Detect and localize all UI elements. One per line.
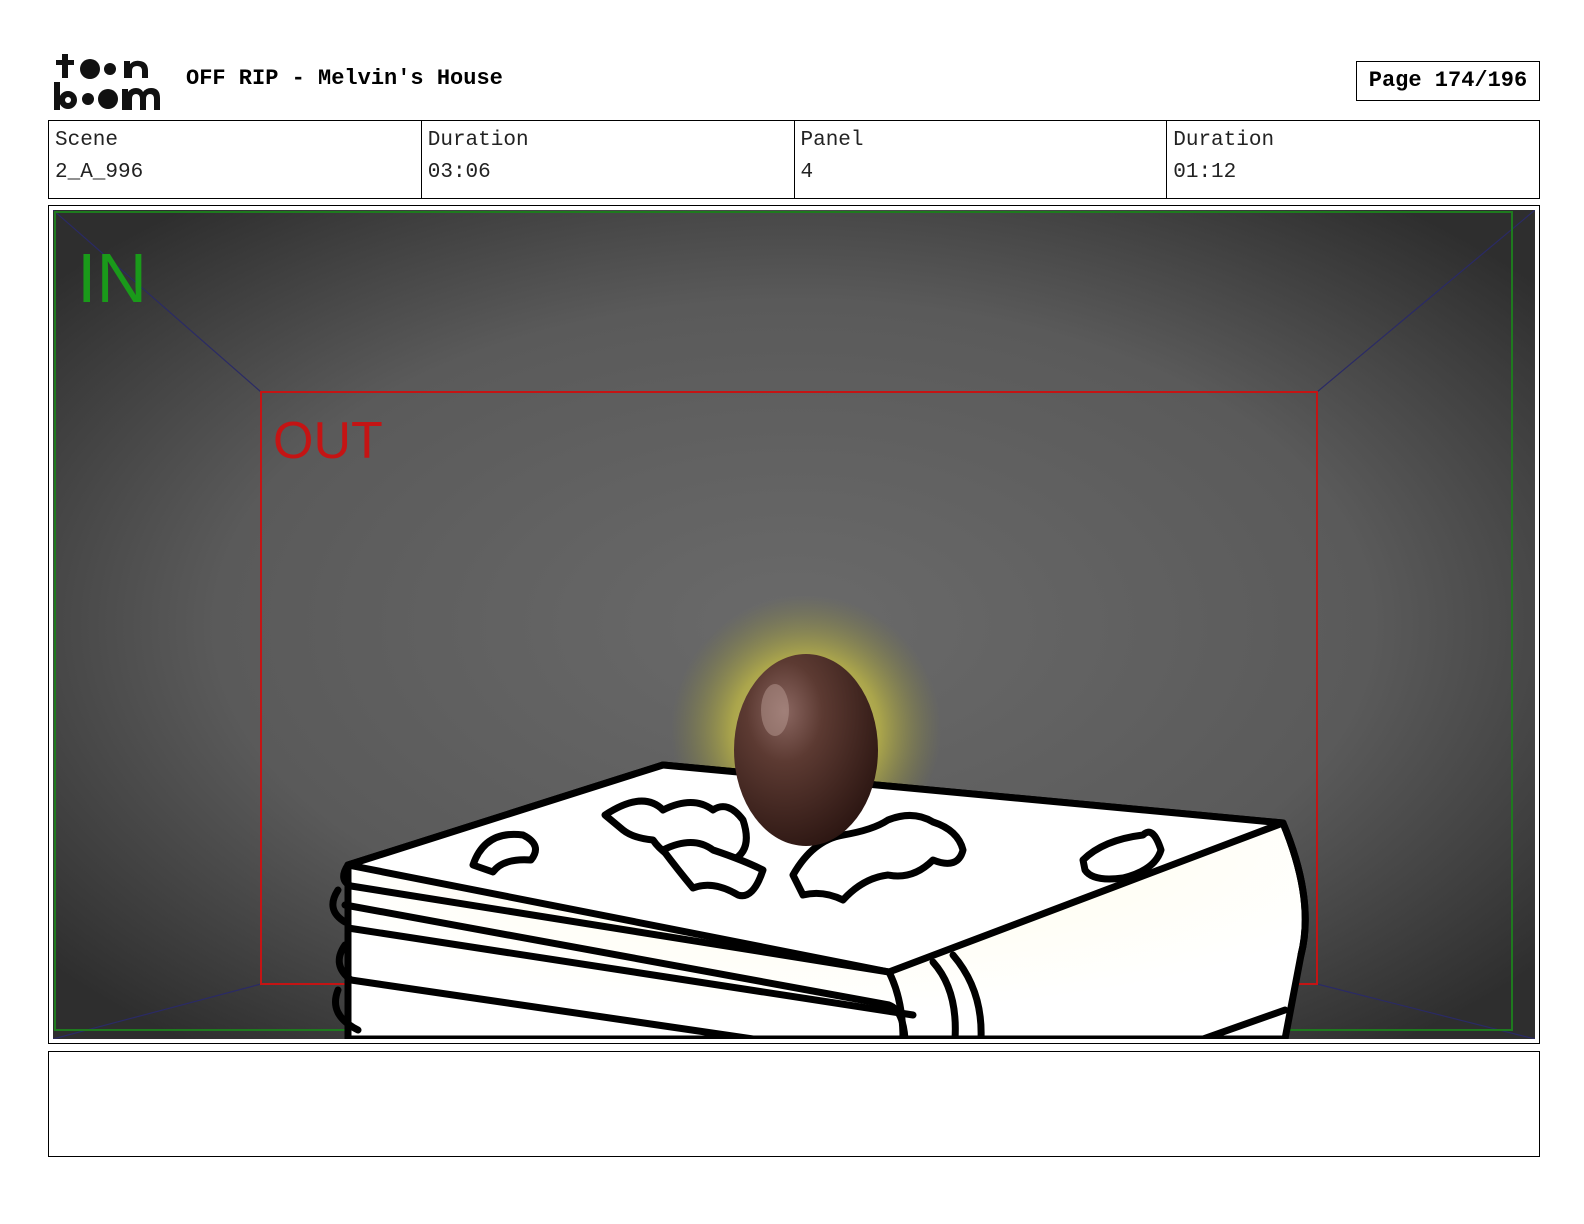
scene-value: 2_A_996 <box>55 161 144 184</box>
panel-label: Panel <box>800 129 864 152</box>
panel-value: 4 <box>800 161 814 184</box>
scene-info-table: Scene 2_A_996 Duration 03:06 Panel 4 Dur… <box>48 120 1540 199</box>
panel-notes-box[interactable] <box>48 1051 1540 1157</box>
toon-boom-logo <box>52 50 164 112</box>
panel-artwork: IN OUT <box>53 210 1535 1039</box>
panel-notes-text <box>49 1052 1539 1068</box>
page-number: Page 174/196 <box>1356 61 1540 101</box>
panel-duration-cell: Duration 01:12 <box>1167 121 1539 198</box>
scene-duration-value: 03:06 <box>427 161 491 184</box>
panel-duration-value: 01:12 <box>1173 161 1237 184</box>
panel-cell: Panel 4 <box>795 121 1168 198</box>
out-label: OUT <box>273 412 383 470</box>
in-label: IN <box>77 239 147 317</box>
panel-duration-label: Duration <box>1173 129 1275 152</box>
storyboard-panel: IN OUT <box>48 205 1540 1044</box>
scene-duration-cell: Duration 03:06 <box>422 121 795 198</box>
scene-label: Scene <box>55 129 119 152</box>
scene-cell: Scene 2_A_996 <box>49 121 422 198</box>
scene-duration-label: Duration <box>427 129 529 152</box>
egg <box>734 654 878 846</box>
document-title: OFF RIP - Melvin's House <box>186 66 503 91</box>
